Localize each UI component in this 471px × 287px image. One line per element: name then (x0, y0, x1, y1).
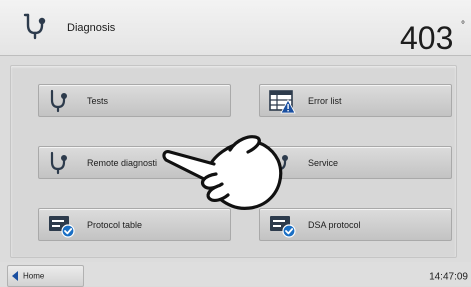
remote-diagnostics-label: Remote diagnosti (87, 157, 158, 168)
temperature-readout: 403 (400, 20, 454, 56)
protocol-icon (270, 216, 296, 238)
error-list-label: Error list (308, 95, 342, 106)
page-title: Diagnosis (67, 22, 116, 34)
dsa-protocol-button[interactable]: DSA protocol (259, 208, 452, 241)
remote-diagnostics-button[interactable]: Remote diagnosti (38, 146, 231, 179)
menu-panel: Tests Error list Remote diagnosti Servic… (10, 65, 457, 258)
stethoscope-icon (271, 151, 288, 175)
protocol-table-label: Protocol table (87, 219, 143, 230)
tests-button[interactable]: Tests (38, 84, 231, 117)
protocol-icon (49, 216, 75, 238)
clock-time: 14:47:09 (429, 271, 468, 283)
error-list-button[interactable]: Error list (259, 84, 452, 117)
tests-label: Tests (87, 95, 109, 106)
service-button[interactable]: Service (259, 146, 452, 179)
home-button[interactable]: Home (7, 265, 84, 287)
service-label: Service (308, 157, 339, 168)
dsa-protocol-label: DSA protocol (308, 219, 361, 230)
arrow-left-icon (12, 271, 18, 281)
temperature-unit: ° (461, 20, 465, 31)
error-list-icon (269, 90, 296, 114)
stethoscope-icon (50, 89, 67, 113)
stethoscope-icon (50, 151, 67, 175)
home-label: Home (23, 271, 45, 281)
stethoscope-icon (23, 13, 46, 40)
protocol-table-button[interactable]: Protocol table (38, 208, 231, 241)
header-bar: Diagnosis 403 ° (0, 0, 471, 56)
